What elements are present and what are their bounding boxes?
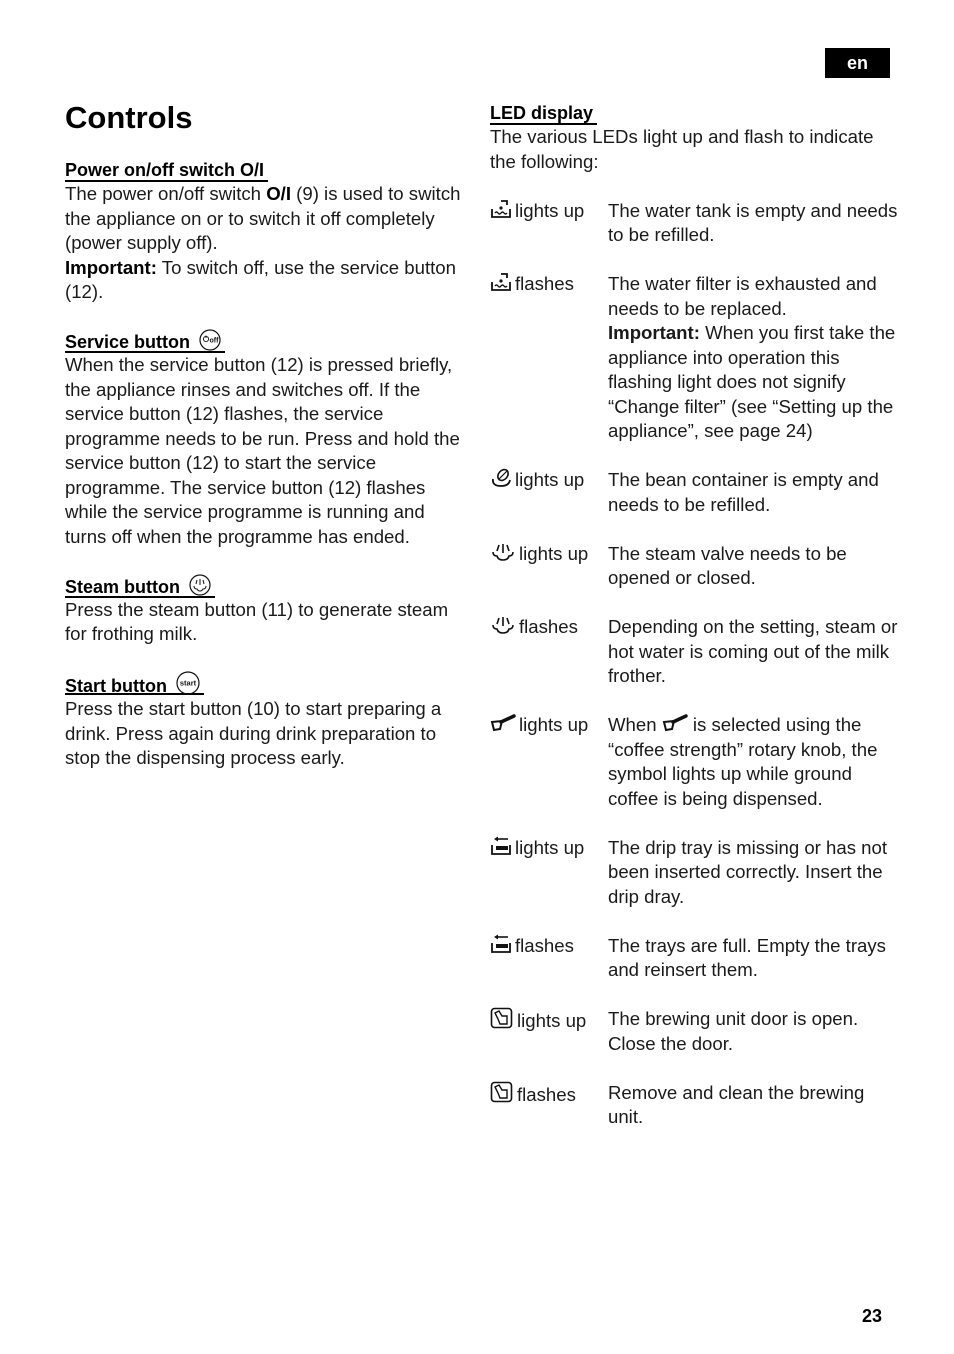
led-entry: lights up The steam valve needs to be op… [490,542,900,591]
led-description: The water tank is empty and needs to be … [608,199,898,246]
steam-button-heading: Steam button [65,573,216,598]
page-number: 23 [862,1306,883,1326]
brewing-unit-door-icon [490,1007,513,1029]
led-state-label: lights up [515,469,585,490]
drip-tray-icon [491,836,511,855]
service-button-heading: Service button off [65,329,226,353]
service-button-section: Service button off When the service butt… [65,329,470,549]
led-description: The brewing unit door is open. Close the… [608,1008,859,1054]
led-entry: lights up The water tank is empty and ne… [490,199,900,248]
steam-valve-icon [492,543,514,561]
filter-text: The water filter is exhausted and needs … [608,273,877,319]
led-description: Remove and clean the brewing unit. [608,1081,865,1128]
led-entry: flashes Depending on the setting, steam … [490,615,900,689]
steam-button-text: Press the steam button (11) to generate … [65,598,449,645]
steam-valve-icon [492,617,514,634]
led-entry: flashes The trays are full. Empty the tr… [490,934,900,983]
led-entry: lights up The brewing unit door is open.… [490,1007,900,1056]
led-entry: flashes Remove and clean the brewing uni… [490,1081,900,1130]
led-state: flashes [490,1081,608,1130]
led-description: When is selected using the “coffee stren… [608,713,900,811]
led-display-intro: The various LEDs light up and flash to i… [490,126,874,172]
led-description: The steam valve needs to be opened or cl… [608,542,847,589]
led-description: The drip tray is missing or has not been… [608,836,888,907]
led-state-label: lights up [515,199,585,221]
led-display-column: LED display The various LEDs light up an… [490,101,900,1154]
important-label: Important: [65,256,157,278]
led-state: lights up [490,542,608,591]
led-display-heading: LED display [490,101,598,125]
led-description: The bean container is empty and needs to… [608,469,879,515]
start-button-heading: Start button start [65,671,204,696]
start-icon-label: start [180,679,197,688]
important-label: Important: [608,322,700,343]
led-description: The water filter is exhausted and needs … [608,272,900,444]
led-state-label: lights up [519,714,589,735]
power-switch-heading: Power on/off switch O/I [65,158,269,182]
power-switch-text: The power on/off switch O/I (9) is used … [65,182,470,305]
start-button-section: Start button start Press the start butto… [65,671,470,771]
service-button-text: When the service button (12) is pressed … [65,354,460,547]
led-state: flashes [490,615,608,689]
coffee-text-a: When [608,714,662,735]
service-heading-label: Service button [65,332,191,352]
led-description: The trays are full. Empty the trays and … [608,934,886,981]
led-state: lights up [490,1007,608,1056]
led-state: flashes [490,272,608,444]
brewing-unit-door-icon [490,1081,513,1102]
led-state-label: flashes [519,616,578,637]
power-switch-section: Power on/off switch O/I The power on/off… [65,158,470,305]
steam-button-section: Steam button Press the steam button (11)… [65,573,470,647]
steam-heading-label: Steam button [65,576,180,597]
page-title: Controls [65,100,193,135]
led-state: flashes [490,934,608,983]
led-entry: lights up When is selected using the “co… [490,713,900,811]
led-state-label: lights up [515,836,585,858]
led-state: lights up [490,836,608,910]
power-text-a: The power on/off switch [65,183,267,204]
led-state-label: lights up [519,542,589,564]
ground-coffee-scoop-icon [490,714,516,732]
svg-text:off: off [210,338,220,345]
led-state-label: lights up [517,1010,587,1031]
led-entry: lights up The drip tray is missing or ha… [490,836,900,910]
language-tab: en [825,48,890,78]
controls-column: Controls Power on/off switch O/I The pow… [65,98,470,795]
water-tank-icon [491,273,511,291]
led-state-label: flashes [515,273,574,294]
drip-tray-icon [491,934,511,953]
led-state: lights up [490,199,608,248]
led-entry: lights up The bean container is empty an… [490,468,900,517]
start-button-text: Press the start button (10) to start pre… [65,698,442,768]
led-entry: flashes The water filter is exhausted an… [490,272,900,444]
led-state: lights up [490,713,608,811]
led-state-label: flashes [517,1083,576,1105]
led-description: Depending on the setting, steam or hot w… [608,616,898,686]
led-state-label: flashes [515,934,574,956]
water-tank-icon [491,199,511,218]
bean-container-icon [492,468,511,487]
power-symbol: O/I [266,183,291,204]
start-heading-label: Start button [65,676,167,696]
ground-coffee-scoop-icon [662,714,688,732]
led-state: lights up [490,468,608,517]
